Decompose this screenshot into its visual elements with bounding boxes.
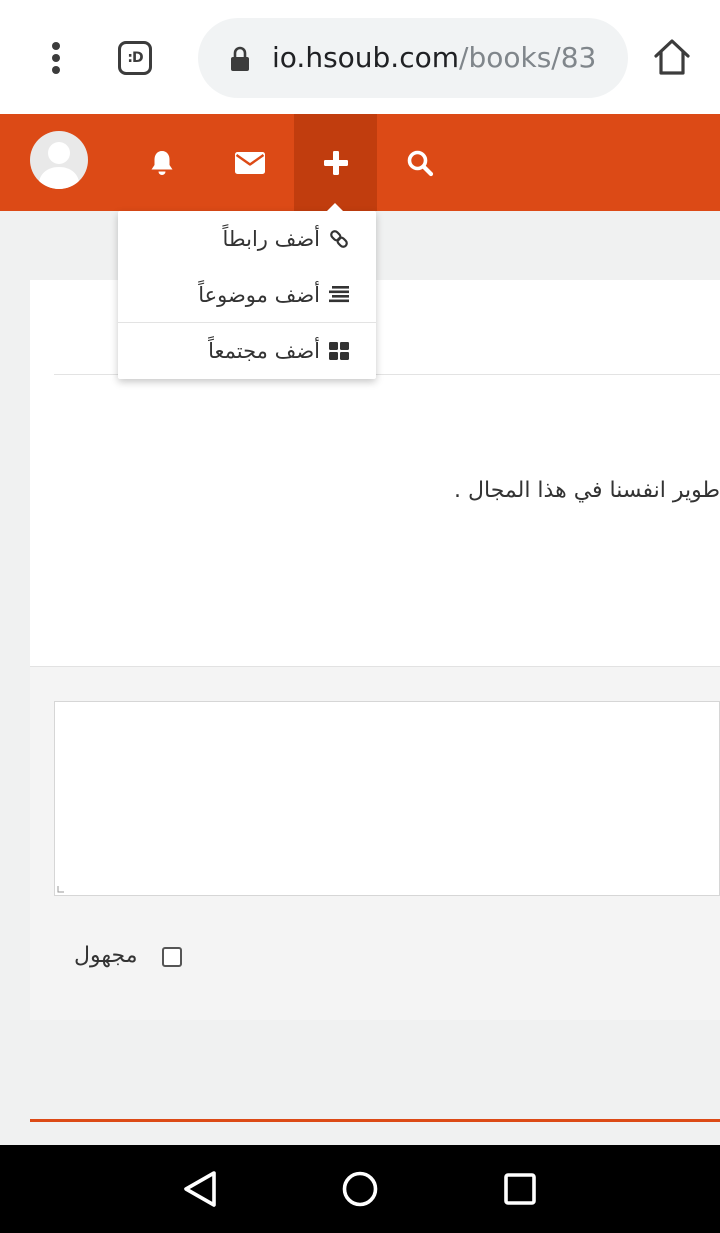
home-nav-icon[interactable]	[338, 1167, 382, 1211]
add-menu-dropdown: أضف رابطاً أضف موضوعاً أضف مجتمعاً	[118, 203, 376, 379]
menu-item-label: أضف رابطاً	[222, 227, 320, 251]
menu-item-label: أضف مجتمعاً	[208, 339, 320, 363]
url-path: /books/83	[459, 41, 597, 74]
recents-icon[interactable]	[498, 1167, 542, 1211]
anonymous-checkbox[interactable]	[162, 947, 182, 967]
notifications-button[interactable]	[136, 114, 188, 211]
android-nav-bar	[0, 1145, 720, 1233]
resize-handle-icon[interactable]	[57, 885, 65, 893]
grid-icon	[328, 340, 350, 362]
search-icon	[407, 150, 434, 176]
messages-button[interactable]	[222, 114, 278, 211]
address-bar[interactable]: io.hsoub.com/books/83	[198, 18, 628, 98]
menu-item-add-link[interactable]: أضف رابطاً	[118, 211, 376, 267]
tab-switcher-label: :D	[127, 50, 143, 66]
list-icon	[328, 284, 350, 306]
plus-icon	[323, 150, 348, 175]
lock-icon	[231, 46, 249, 71]
back-icon[interactable]	[178, 1167, 222, 1211]
menu-item-add-community[interactable]: أضف مجتمعاً	[118, 323, 376, 379]
add-button[interactable]	[294, 114, 377, 211]
menu-item-add-topic[interactable]: أضف موضوعاً	[118, 267, 376, 323]
site-header	[0, 114, 720, 211]
url-text: io.hsoub.com/books/83	[272, 40, 596, 76]
comment-textarea[interactable]	[54, 701, 720, 896]
home-icon[interactable]	[652, 37, 692, 77]
bell-icon	[151, 150, 173, 175]
search-button[interactable]	[393, 114, 447, 211]
tab-switcher-button[interactable]: :D	[118, 41, 152, 75]
mail-icon	[235, 151, 265, 174]
more-menu-icon[interactable]	[40, 38, 72, 78]
link-icon	[328, 228, 350, 250]
url-host: io.hsoub.com	[272, 41, 460, 74]
footer-divider	[30, 1119, 720, 1122]
anonymous-label: مجهول	[74, 943, 138, 968]
avatar[interactable]	[30, 131, 88, 189]
comment-form: مجهول	[30, 666, 720, 1020]
menu-item-label: أضف موضوعاً	[198, 283, 320, 307]
browser-toolbar: :D io.hsoub.com/books/83	[0, 0, 720, 114]
post-body-text: طوير انفسنا في هذا المجال .	[454, 478, 720, 503]
